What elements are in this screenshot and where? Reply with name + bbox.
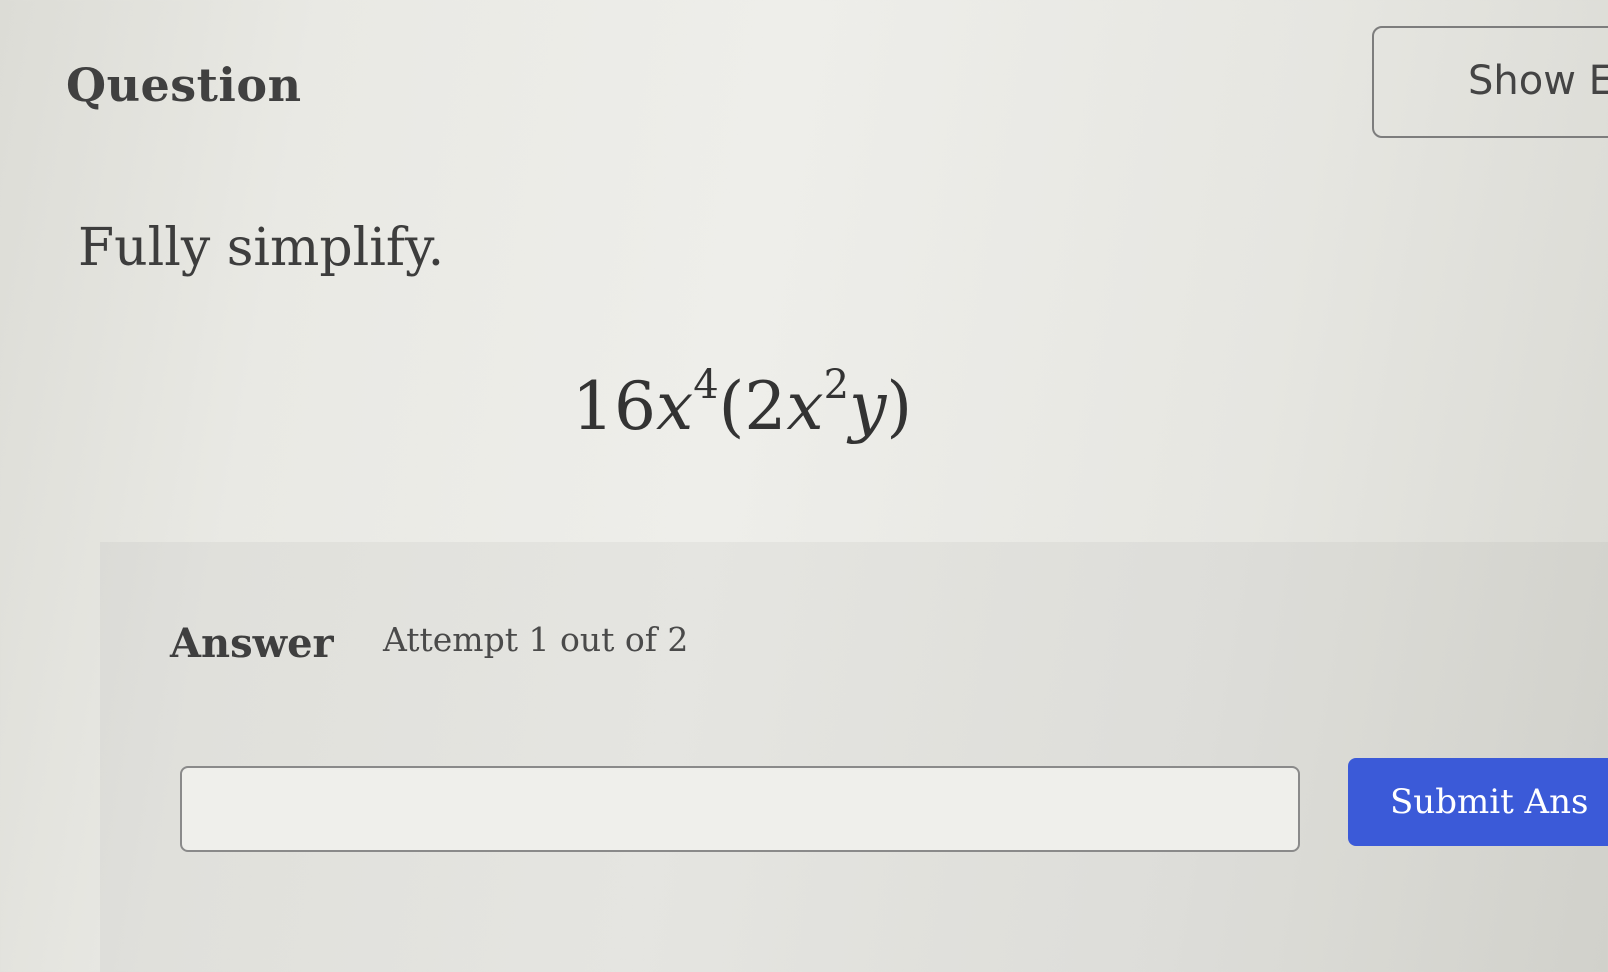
answer-input[interactable] bbox=[180, 766, 1300, 852]
expression-close-paren: ) bbox=[886, 368, 913, 445]
expression-inner-coefficient: 2 bbox=[744, 368, 787, 445]
attempt-counter: Attempt 1 out of 2 bbox=[383, 620, 689, 659]
expression-exponent: 4 bbox=[693, 362, 719, 408]
question-instruction: Fully simplify. bbox=[78, 218, 445, 278]
submit-answer-button[interactable]: Submit Ans bbox=[1348, 758, 1608, 846]
question-title: Question bbox=[66, 58, 302, 112]
show-examples-button[interactable]: Show E bbox=[1372, 26, 1608, 138]
expression-variable-y: y bbox=[849, 368, 887, 445]
expression-inner-exponent: 2 bbox=[823, 362, 850, 408]
answer-label: Answer bbox=[170, 620, 334, 667]
expression-open-paren: ( bbox=[718, 368, 745, 445]
answer-panel bbox=[100, 542, 1608, 972]
expression-coefficient: 16 bbox=[572, 368, 656, 445]
expression-variable-x: x bbox=[655, 368, 694, 445]
expression-variable-x-inner: x bbox=[786, 368, 824, 445]
math-expression: 16x4(2x2y) bbox=[572, 365, 913, 445]
